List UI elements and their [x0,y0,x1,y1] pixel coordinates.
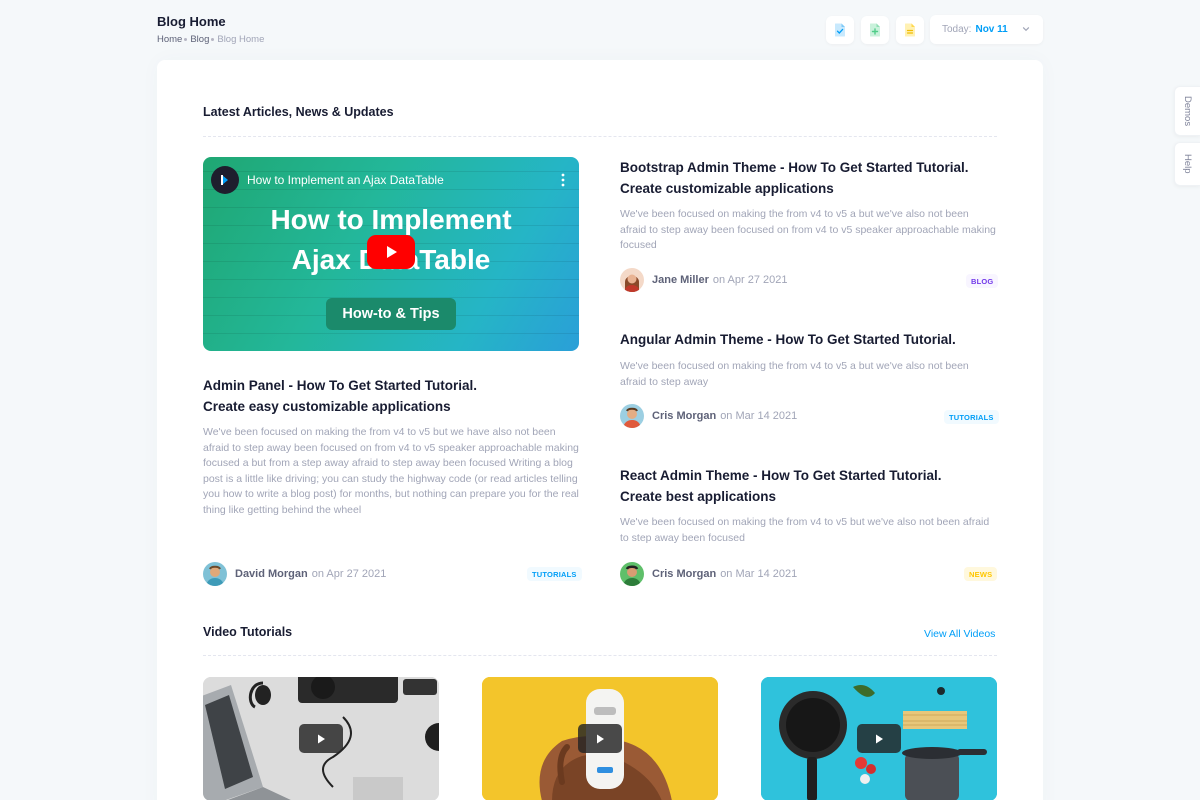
author-name[interactable]: Jane Miller [652,274,709,286]
main-article-author: David Morgan on Apr 27 2021 [203,562,386,586]
help-tab-label: Help [1182,154,1193,174]
category-badge: NEWS [964,567,998,581]
youtube-play-button[interactable] [367,235,415,269]
breadcrumb-separator [211,38,215,41]
post-date: on Apr 27 2021 [712,274,788,286]
channel-logo [211,166,239,194]
separator [203,655,997,656]
play-icon [387,246,397,258]
file-check-icon [835,23,845,37]
latest-articles-heading: Latest Articles, News & Updates [203,105,394,119]
view-all-videos-link[interactable]: View All Videos [924,628,995,640]
category-badge: TUTORIALS [527,567,582,581]
help-tab[interactable]: Help [1174,142,1200,186]
post-date: on Mar 14 2021 [720,410,798,422]
featured-video[interactable]: How to Implement an Ajax DataTable How t… [203,157,579,351]
demos-tab[interactable]: Demos [1174,86,1200,136]
video-tutorials-heading: Video Tutorials [203,625,293,639]
more-options-icon[interactable] [561,172,565,188]
side-article-title[interactable]: Bootstrap Admin Theme - How To Get Start… [620,157,997,199]
chevron-down-icon [1022,27,1030,32]
video-thumbnail[interactable] [203,677,439,800]
side-article-text: We've been focused on making the from v4… [620,516,990,544]
video-play-button[interactable] [857,724,901,753]
date-label: Today: [942,24,972,35]
avatar [620,404,644,428]
video-channel-title: How to Implement an Ajax DataTable [247,173,444,187]
separator [203,136,997,137]
side-article-title-line1: Angular Admin Theme - How To Get Started… [620,332,956,347]
play-icon [597,734,604,743]
date-value: Nov 11 [975,24,1008,35]
main-article-text: We've been focused on making the from v4… [203,426,579,516]
side-article-title-line1: Bootstrap Admin Theme - How To Get Start… [620,160,969,175]
side-article-author: Jane Miller on Apr 27 2021 [620,268,787,292]
demos-tab-label: Demos [1182,95,1193,127]
side-article-title[interactable]: React Admin Theme - How To Get Started T… [620,465,997,507]
side-article-text: We've been focused on making the from v4… [620,208,996,252]
video-play-button[interactable] [299,724,343,753]
avatar [620,562,644,586]
side-article-title-line1: React Admin Theme - How To Get Started T… [620,468,942,483]
main-article-title[interactable]: Admin Panel - How To Get Started Tutoria… [203,375,579,417]
breadcrumb-separator [184,38,188,41]
category-badge: TUTORIALS [944,410,999,424]
author-name[interactable]: Cris Morgan [652,410,716,422]
post-date: on Apr 27 2021 [311,568,387,580]
toolbar: Blog Home Home Blog Blog Home Today: Nov… [157,12,1043,48]
page-title: Blog Home [157,14,226,29]
post-date: on Mar 14 2021 [720,568,798,580]
author-name[interactable]: Cris Morgan [652,568,716,580]
side-article-author: Cris Morgan on Mar 14 2021 [620,562,797,586]
author-name[interactable]: David Morgan [235,568,308,580]
breadcrumb: Home Blog Blog Home [157,34,264,45]
main-article-title-line2: Create easy customizable applications [203,399,451,414]
play-icon [876,734,883,743]
file-text-button[interactable] [896,16,924,44]
side-article-text: We've been focused on making the from v4… [620,360,969,388]
avatar [203,562,227,586]
channel-logo-icon [221,175,228,185]
side-article-title[interactable]: Angular Admin Theme - How To Get Started… [620,329,997,350]
file-plus-button[interactable] [861,16,889,44]
video-thumbnail[interactable] [761,677,997,800]
main-article-title-line1: Admin Panel - How To Get Started Tutoria… [203,378,478,393]
side-article-title-line2: Create customizable applications [620,181,834,196]
breadcrumb-home[interactable]: Home [157,34,182,45]
video-play-button[interactable] [578,724,622,753]
video-header: How to Implement an Ajax DataTable [211,166,565,194]
side-article-title-line2: Create best applications [620,489,777,504]
breadcrumb-current: Blog Home [217,34,265,45]
category-badge: BLOG [966,274,999,288]
breadcrumb-blog[interactable]: Blog [190,34,209,45]
file-text-icon [905,23,915,37]
avatar [620,268,644,292]
play-icon [318,734,325,743]
side-article-author: Cris Morgan on Mar 14 2021 [620,404,797,428]
file-plus-icon [870,23,880,37]
blog-card: Latest Articles, News & Updates How to I… [157,60,1043,800]
video-headline-line1: How to Implement [270,204,512,235]
date-range-picker[interactable]: Today: Nov 11 [930,15,1043,44]
video-tag: How-to & Tips [326,298,456,330]
file-check-button[interactable] [826,16,854,44]
video-thumbnail[interactable] [482,677,718,800]
